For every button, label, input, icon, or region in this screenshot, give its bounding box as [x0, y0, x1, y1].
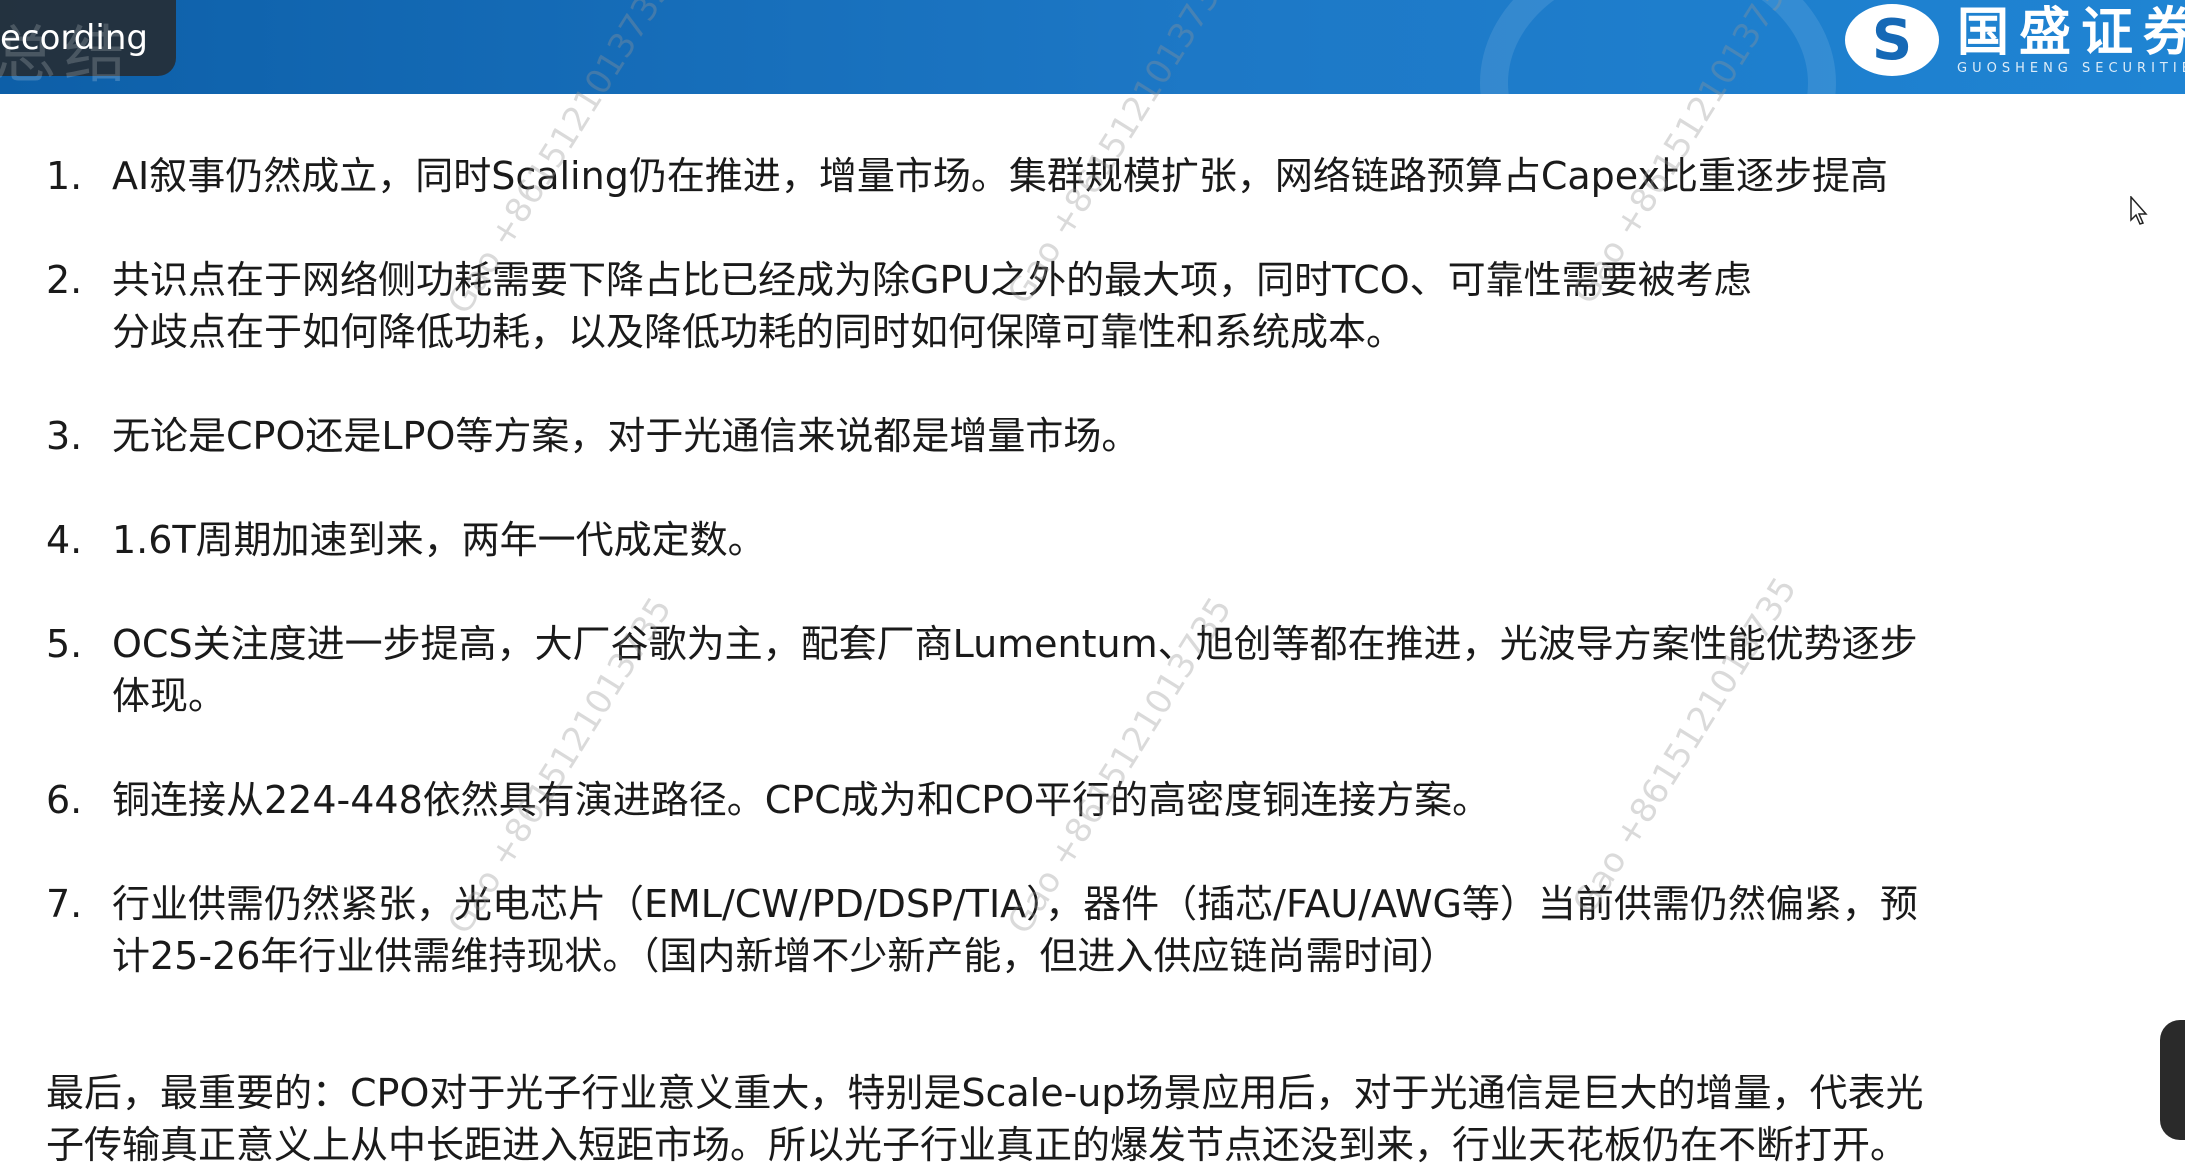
- list-item-text: AI叙事仍然成立，同时Scaling仍在推进，增量市场。集群规模扩张，网络链路预…: [112, 154, 1888, 198]
- list-item: 6. 铜连接从224-448依然具有演进路径。CPC成为和CPO平行的高密度铜连接…: [46, 774, 2185, 826]
- list-item-text: 体现。: [112, 674, 227, 718]
- list-item: 5. OCS关注度进一步提高，大厂谷歌为主，配套厂商Lumentum、旭创等都在推…: [46, 618, 2185, 722]
- brand-name-cn: 国盛证券: [1957, 2, 2185, 63]
- list-item-text: 计25-26年行业供需维持现状。（国内新增不少新产能，但进入供应链尚需时间）: [112, 934, 1458, 978]
- list-item: 4. 1.6T周期加速到来，两年一代成定数。: [46, 514, 2185, 566]
- list-item-text: 分歧点在于如何降低功耗，以及降低功耗的同时如何保障可靠性和系统成本。: [112, 310, 1405, 354]
- list-item-number: 2.: [46, 258, 83, 302]
- list-item: 1. AI叙事仍然成立，同时Scaling仍在推进，增量市场。集群规模扩张，网络链…: [46, 150, 2185, 202]
- list-item-text: OCS关注度进一步提高，大厂谷歌为主，配套厂商Lumentum、旭创等都在推进，…: [112, 622, 1918, 666]
- list-item-number: 3.: [46, 414, 83, 458]
- brand-name-en: GUOSHENG SECURITIES: [1957, 60, 2185, 76]
- list-item-number: 4.: [46, 518, 83, 562]
- slide-content: 1. AI叙事仍然成立，同时Scaling仍在推进，增量市场。集群规模扩张，网络链…: [46, 150, 2185, 1034]
- list-item-number: 5.: [46, 622, 83, 666]
- guosheng-logo-icon: S: [1845, 4, 1939, 76]
- final-line-2: 子传输真正意义上从中长距进入短距市场。所以光子行业真正的爆发节点还没到来，行业天…: [46, 1123, 1909, 1167]
- header-bar: 总结 ecording S 国盛证券 GUOSHENG SECURITIES: [0, 0, 2185, 94]
- list-item: 2. 共识点在于网络侧功耗需要下降占比已经成为除GPU之外的最大项，同时TCO、可…: [46, 254, 2185, 358]
- final-line-1: 最后，最重要的：CPO对于光子行业意义重大，特别是Scale-up场景应用后，对…: [46, 1071, 1924, 1115]
- list-item-number: 6.: [46, 778, 83, 822]
- list-item-number: 7.: [46, 882, 83, 926]
- list-item-text: 1.6T周期加速到来，两年一代成定数。: [112, 518, 766, 562]
- list-item: 3. 无论是CPO还是LPO等方案，对于光通信来说都是增量市场。: [46, 410, 2185, 462]
- list-item-text: 行业供需仍然紧张，光电芯片（EML/CW/PD/DSP/TIA），器件（插芯/F…: [112, 882, 1918, 926]
- mouse-pointer-icon: [2130, 196, 2148, 225]
- scroll-handle[interactable]: [2160, 1020, 2185, 1140]
- recording-label: ecording: [0, 18, 148, 58]
- header-decoration: [1480, 0, 1836, 94]
- list-item: 7. 行业供需仍然紧张，光电芯片（EML/CW/PD/DSP/TIA），器件（插芯…: [46, 878, 2185, 982]
- list-item-text: 共识点在于网络侧功耗需要下降占比已经成为除GPU之外的最大项，同时TCO、可靠性…: [112, 258, 1752, 302]
- list-item-text: 铜连接从224-448依然具有演进路径。CPC成为和CPO平行的高密度铜连接方案…: [112, 778, 1491, 822]
- list-item-text: 无论是CPO还是LPO等方案，对于光通信来说都是增量市场。: [112, 414, 1140, 458]
- list-item-number: 1.: [46, 154, 83, 198]
- final-summary: 最后，最重要的：CPO对于光子行业意义重大，特别是Scale-up场景应用后，对…: [46, 1067, 1924, 1171]
- brand-logo-group: S 国盛证券 GUOSHENG SECURITIES: [1845, 0, 2185, 80]
- recording-indicator[interactable]: 总结 ecording: [0, 0, 176, 91]
